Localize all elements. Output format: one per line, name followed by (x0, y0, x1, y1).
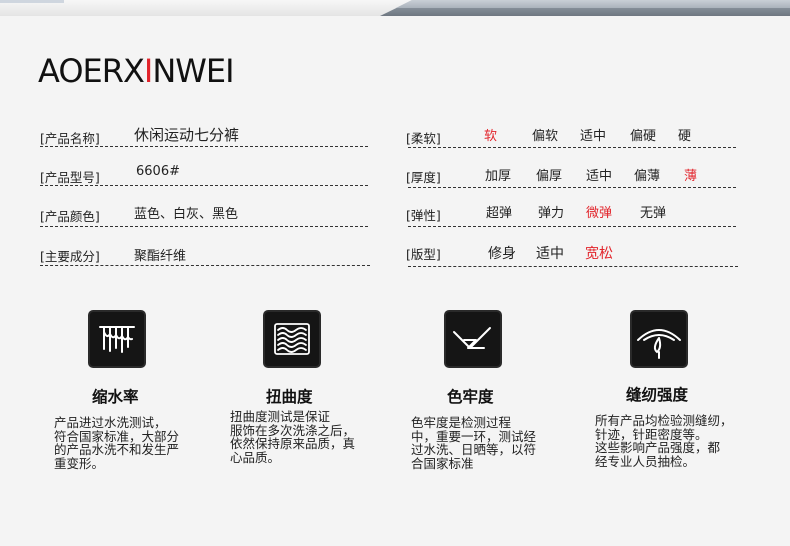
feature-title: 缝纫强度 (626, 386, 689, 404)
feature-description: 产品进过水洗测试， 符合国家标准，大部分 的产品水洗不和发生严 重变形。 (54, 416, 204, 470)
description-line: 服饰在多次洗涤之后， (230, 422, 356, 438)
option: 适中 (536, 246, 564, 262)
feature-title: 色牢度 (447, 388, 494, 406)
description-line: 中，重要一环，测试经 (411, 428, 537, 444)
seam-strength-icon (632, 312, 686, 366)
option: 软 (484, 129, 498, 144)
divider (408, 147, 736, 148)
divider (40, 146, 368, 147)
description-line: 符合国家标准，大部分 (54, 428, 180, 444)
divider (408, 226, 736, 227)
brand-logo: AOERXINWEI (38, 52, 235, 92)
description-line: 所有产品均检验测缝纫， (595, 413, 733, 428)
brand-prefix: AOERX (38, 52, 145, 90)
description-line: 针迹，针距密度等。 (595, 426, 708, 442)
banner-tab (0, 0, 64, 3)
option: 超弹 (486, 206, 513, 221)
spec-value: 6606# (136, 164, 180, 179)
description-line: 过水洗、日晒等，以符 (411, 442, 537, 457)
option: 适中 (586, 169, 613, 184)
attribute-label: [弹性] (406, 208, 441, 223)
option: 偏薄 (634, 169, 661, 184)
description-line: 合国家标准 (411, 455, 474, 471)
divider (40, 185, 368, 186)
banner-slant-light (396, 0, 790, 8)
description-line: 产品进过水洗测试， (54, 415, 167, 430)
spec-value: 聚酯纤维 (134, 249, 187, 264)
feature-title: 扭曲度 (266, 388, 313, 406)
description-line: 色牢度是检测过程 (411, 415, 512, 430)
description-line: 重变形。 (54, 455, 105, 471)
option: 偏硬 (630, 129, 657, 144)
spec-value: 蓝色、白灰、黑色 (134, 207, 239, 222)
description-line: 这些影响产品强度，都 (595, 440, 721, 455)
spec-label: [产品型号] (40, 170, 100, 185)
description-line: 心品质。 (230, 449, 281, 465)
feature-title: 缩水率 (92, 388, 139, 406)
feature-description: 扭曲度测试是保证 服饰在多次洗涤之后， 依然保持原来品质，真 心品质。 (230, 410, 380, 464)
option: 加厚 (485, 169, 512, 184)
description-line: 依然保持原来品质，真 (230, 436, 356, 451)
option: 修身 (488, 246, 516, 262)
option: 无弹 (640, 206, 667, 221)
shrinkage-icon (90, 312, 144, 366)
spec-label: [主要成分] (40, 249, 100, 264)
option: 偏软 (532, 129, 559, 144)
option: 硬 (678, 129, 692, 144)
spec-value: 休闲运动七分裤 (134, 126, 240, 144)
feature-description: 所有产品均检验测缝纫， 针迹，针距密度等。 这些影响产品强度，都 经专业人员抽检… (595, 414, 755, 468)
attribute-label: [厚度] (406, 170, 441, 185)
option: 偏厚 (536, 169, 563, 184)
option: 适中 (580, 129, 607, 144)
divider (40, 226, 368, 227)
option: 微弹 (586, 206, 613, 221)
option: 宽松 (585, 246, 613, 262)
divider (408, 187, 736, 188)
description-line: 的产品水洗不和发生严 (54, 442, 180, 457)
description-line: 扭曲度测试是保证 (230, 409, 331, 424)
colorfastness-icon (446, 312, 500, 366)
attribute-label: [版型] (406, 247, 441, 262)
twist-icon (265, 312, 319, 366)
feature-description: 色牢度是检测过程 中，重要一环，测试经 过水洗、日晒等，以符 合国家标准 (411, 416, 561, 470)
spec-label: [产品名称] (40, 131, 100, 146)
option: 弹力 (538, 206, 565, 221)
attribute-label: [柔软] (406, 131, 441, 146)
divider (40, 265, 370, 266)
option: 薄 (684, 169, 698, 184)
description-line: 经专业人员抽检。 (595, 453, 696, 469)
brand-suffix: NWEI (152, 52, 234, 90)
divider (408, 266, 738, 267)
top-banner (0, 0, 790, 16)
spec-label: [产品颜色] (40, 209, 100, 224)
